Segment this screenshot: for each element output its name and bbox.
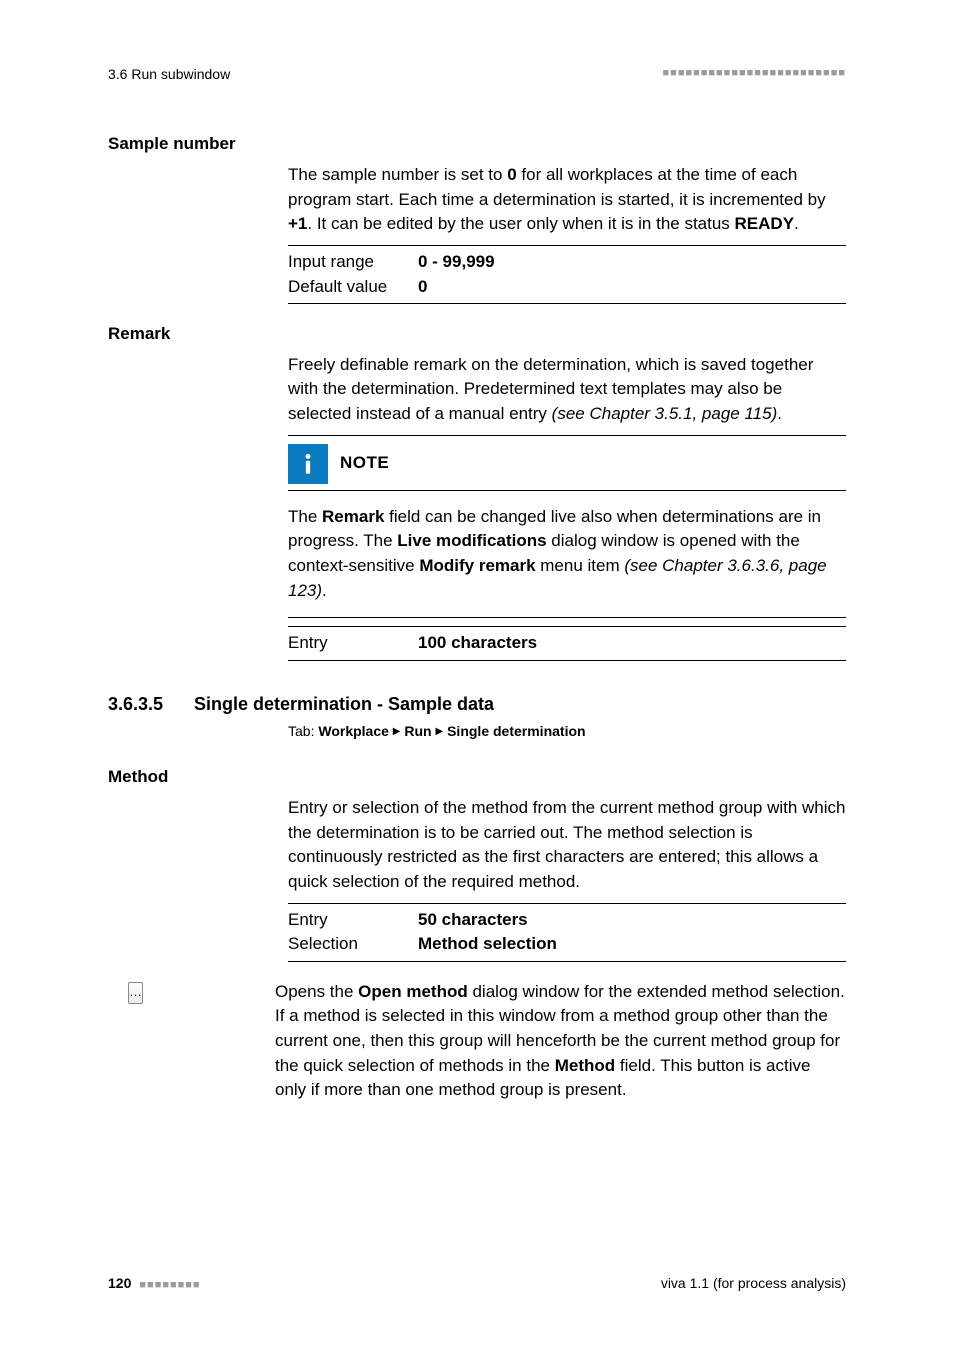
text-bold: Open method — [358, 982, 468, 1001]
page-header: 3.6 Run subwindow ■■■■■■■■■■■■■■■■■■■■■■… — [108, 64, 846, 84]
spec-value: 0 — [418, 275, 846, 300]
tab-label: Tab: — [288, 723, 318, 739]
breadcrumb-item: Single determination — [447, 723, 585, 739]
spec-label: Default value — [288, 275, 418, 300]
text-bold: Remark — [322, 507, 384, 526]
table-row: Input range 0 - 99,999 — [288, 250, 846, 275]
text: The — [288, 507, 322, 526]
note-block: NOTE The Remark field can be changed liv… — [288, 435, 846, 619]
section-number: 3.6.3.5 — [108, 691, 172, 717]
text-bold: Live modifications — [397, 531, 546, 550]
table-row: Default value 0 — [288, 275, 846, 300]
table-row: Entry 100 characters — [288, 631, 846, 656]
text: menu item — [536, 556, 625, 575]
text-bold: Modify remark — [419, 556, 535, 575]
sample-number-paragraph: The sample number is set to 0 for all wo… — [288, 163, 846, 237]
text: . — [794, 214, 799, 233]
table-row: Entry 50 characters — [288, 908, 846, 933]
note-header: NOTE — [288, 444, 846, 491]
method-spec-table: Entry 50 characters Selection Method sel… — [288, 903, 846, 962]
breadcrumb: Tab: Workplace ▶ Run ▶ Single determinat… — [288, 721, 846, 741]
heading-sample-number: Sample number — [108, 132, 846, 157]
table-row: Selection Method selection — [288, 932, 846, 957]
heading-method: Method — [108, 765, 846, 790]
page-number: 120 — [108, 1275, 131, 1291]
breadcrumb-item: Run — [404, 723, 431, 739]
cross-reference: (see Chapter 3.5.1, page 115) — [552, 404, 778, 423]
method-paragraph: Entry or selection of the method from th… — [288, 796, 846, 895]
text-bold: Method — [555, 1056, 615, 1075]
breadcrumb-item: Workplace — [318, 723, 389, 739]
header-ornament: ■■■■■■■■■■■■■■■■■■■■■■■■ — [663, 66, 846, 82]
text: Opens the — [275, 982, 358, 1001]
heading-remark: Remark — [108, 322, 846, 347]
spec-value: 50 characters — [418, 908, 846, 933]
spec-value: 100 characters — [418, 631, 846, 656]
text: . It can be edited by the user only when… — [307, 214, 734, 233]
chevron-right-icon: ▶ — [393, 726, 401, 737]
note-body: The Remark field can be changed live als… — [288, 505, 846, 604]
ellipsis-button[interactable]: … — [128, 982, 143, 1004]
footer-ornament: ■■■■■■■■ — [135, 1279, 200, 1291]
sample-number-spec-table: Input range 0 - 99,999 Default value 0 — [288, 245, 846, 304]
chevron-right-icon: ▶ — [436, 726, 444, 737]
footer-right-text: viva 1.1 (for process analysis) — [661, 1273, 846, 1293]
spec-label: Entry — [288, 908, 418, 933]
info-icon — [288, 444, 328, 484]
spec-label: Input range — [288, 250, 418, 275]
text: . — [322, 581, 327, 600]
open-method-paragraph: Opens the Open method dialog window for … — [275, 980, 846, 1103]
spec-value: Method selection — [418, 932, 846, 957]
section-heading: 3.6.3.5 Single determination - Sample da… — [108, 691, 846, 717]
spec-label: Selection — [288, 932, 418, 957]
remark-paragraph: Freely definable remark on the determina… — [288, 353, 846, 427]
page-number-block: 120 ■■■■■■■■ — [108, 1273, 201, 1294]
header-section-ref: 3.6 Run subwindow — [108, 64, 230, 84]
spec-label: Entry — [288, 631, 418, 656]
text-bold: 0 — [507, 165, 516, 184]
note-title: NOTE — [340, 451, 389, 476]
text-bold: READY — [735, 214, 795, 233]
text-bold: +1 — [288, 214, 307, 233]
section-title: Single determination - Sample data — [194, 691, 494, 717]
text: . — [777, 404, 782, 423]
text: The sample number is set to — [288, 165, 507, 184]
spec-value: 0 - 99,999 — [418, 250, 846, 275]
page-footer: 120 ■■■■■■■■ viva 1.1 (for process analy… — [108, 1273, 846, 1294]
remark-spec-table: Entry 100 characters — [288, 626, 846, 661]
open-method-row: … Opens the Open method dialog window fo… — [108, 980, 846, 1111]
